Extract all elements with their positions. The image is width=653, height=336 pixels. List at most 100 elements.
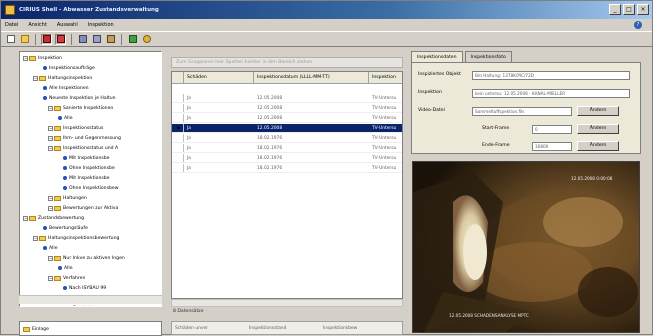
video-field[interactable]: Sammeltuffspektion.fils <box>472 107 572 116</box>
filter-bewertung[interactable]: Inspektionsbew <box>323 326 393 331</box>
table-cell: TV-Untersu <box>372 116 397 121</box>
expand-toggle[interactable]: − <box>33 235 38 241</box>
tree-item-label: Alle <box>49 245 58 251</box>
menu-inspection[interactable]: Inspektion <box>88 22 114 28</box>
menu-selection[interactable]: Auswahl <box>57 22 78 28</box>
video-change-button[interactable]: Ändern <box>577 106 619 116</box>
table-row[interactable]: Ja 18.02.1976 TV-Untersu <box>172 154 402 163</box>
table-cell: 18.02.1976 <box>257 156 283 161</box>
help-icon[interactable]: ? <box>634 21 642 29</box>
table-row[interactable]: ▶ Ja 12.05.2008 TV-Untersu <box>172 124 402 133</box>
expand-toggle[interactable]: − <box>48 125 53 131</box>
toolbar-table-button[interactable] <box>55 33 66 45</box>
tree-item[interactable]: Nach ISYBAU 99 <box>63 284 106 292</box>
tree-item[interactable]: Bewertungsläufe <box>43 224 88 232</box>
group-by-bar[interactable]: Zum Gruppieren hier Spalten hierher in d… <box>171 57 403 68</box>
start-frame-field[interactable]: 0 <box>532 125 572 134</box>
toolbar-new-button[interactable] <box>5 34 16 45</box>
expand-toggle[interactable]: − <box>48 195 53 201</box>
tree-item[interactable]: Ohne Inspektionsbe <box>63 164 115 172</box>
table-row[interactable]: Ja 18.02.1976 TV-Untersu <box>172 164 402 173</box>
inspection-grid[interactable]: Schäden Inspektionsdatum (LLLL-MM-TT) In… <box>171 71 403 299</box>
menu-view[interactable]: Ansicht <box>28 22 46 28</box>
column-header-date[interactable]: Inspektionsdatum (LLLL-MM-TT) <box>254 72 369 84</box>
expand-toggle[interactable]: − <box>23 55 28 61</box>
tree-item[interactable]: Inspektionsaufträge <box>43 64 95 72</box>
expand-toggle[interactable]: − <box>48 205 53 211</box>
table-cell: 12.05.2008 <box>257 126 283 131</box>
expand-toggle[interactable]: − <box>48 105 53 111</box>
grid-horizontal-scrollbar[interactable] <box>171 299 403 307</box>
video-player[interactable] <box>412 161 640 333</box>
tree-item[interactable]: Alle <box>58 114 73 122</box>
expand-toggle[interactable]: − <box>48 275 53 281</box>
folder-icon <box>39 235 46 241</box>
toolbar-grid-button[interactable] <box>41 33 52 45</box>
toolbar-copy-button[interactable] <box>91 34 102 45</box>
table-icon <box>56 35 65 43</box>
tree-item[interactable]: − Verfahren <box>48 274 85 282</box>
tree-item-label: Alle Inspektionen <box>49 85 89 91</box>
tree-item[interactable]: Neueste Inspektion je Haltun <box>43 94 116 102</box>
tree-item[interactable]: Alle <box>43 244 58 252</box>
tree-item[interactable]: − Bewertungen zur Aktiva <box>48 204 118 212</box>
filter-status[interactable]: Inspektionsstand <box>249 326 319 331</box>
expand-toggle[interactable]: − <box>33 75 38 81</box>
minimize-button[interactable]: _ <box>609 4 621 15</box>
menu-file[interactable]: Datei <box>5 22 18 28</box>
table-row[interactable]: Ja 12.05.2008 TV-Untersu <box>172 94 402 103</box>
expand-toggle[interactable]: − <box>48 145 53 151</box>
toolbar-settings-button[interactable] <box>141 34 152 45</box>
tree-item[interactable]: − Haltungen <box>48 194 87 202</box>
expand-toggle[interactable]: − <box>48 255 53 261</box>
expand-toggle[interactable]: − <box>48 135 53 141</box>
tree-item[interactable]: − Haltungsinspektionsbewertung <box>33 234 119 242</box>
tree-item[interactable]: Ohne Inspektionsbew <box>63 184 118 192</box>
tree-horizontal-scrollbar[interactable] <box>19 295 162 304</box>
navigation-tree[interactable]: − Inspektion Inspektionsaufträge − Haltungsi… <box>19 51 162 307</box>
start-frame-change-button[interactable]: Ändern <box>577 124 619 134</box>
toolbar-print-button[interactable] <box>77 34 88 45</box>
table-row[interactable]: Ja 18.02.1976 TV-Untersu <box>172 134 402 143</box>
tree-item-label: Ohne Inspektionsbe <box>69 165 115 171</box>
table-cell: 18.02.1976 <box>257 166 283 171</box>
table-row[interactable]: Ja 18.02.1976 TV-Untersu <box>172 144 402 153</box>
tree-item[interactable]: − Zustandsbewertung <box>23 214 84 222</box>
title-bar[interactable]: CIRIUS Shell - Abwasser Zustandsverwaltu… <box>1 1 652 19</box>
expand-toggle[interactable]: − <box>23 215 28 221</box>
tree-item[interactable]: Alle Inspektionen <box>43 84 89 92</box>
tree-item[interactable]: − Nur Inkve zu aktiven Ingen <box>48 254 125 262</box>
tree-item[interactable]: − Inspektion <box>23 54 62 62</box>
table-cell: Ja <box>187 156 191 161</box>
tree-item[interactable]: − Sanierte Inspektionen <box>48 104 113 112</box>
lower-tree-panel[interactable]: Einlage <box>19 321 162 336</box>
tree-item[interactable]: − Ergebnisse <box>58 304 98 306</box>
tree-item[interactable]: − Inspektionsstatus und A <box>48 144 118 152</box>
tree-item-einlage[interactable]: Einlage <box>23 325 49 333</box>
tree-item[interactable]: Alle <box>58 264 73 272</box>
tree-item[interactable]: − Ihm- und Gegenmessung <box>48 134 121 142</box>
table-row[interactable]: Ja 12.05.2008 TV-Untersu <box>172 114 402 123</box>
tree-item[interactable]: Mit Inspektionsbe <box>63 174 110 182</box>
toolbar-paste-button[interactable] <box>105 34 116 45</box>
filter-schaeden[interactable]: Schäden unver <box>175 326 245 331</box>
close-button[interactable]: × <box>637 4 649 15</box>
toolbar-export-button[interactable] <box>127 34 138 45</box>
objekt-field[interactable]: Bm Haltung: 1378K/PIC/72D <box>472 71 630 80</box>
paste-icon <box>106 35 115 43</box>
toolbar <box>1 31 652 47</box>
folder-icon <box>29 215 36 221</box>
query-icon <box>63 156 67 160</box>
expand-toggle[interactable]: − <box>58 305 63 306</box>
column-header-inspektion[interactable]: Inspektion <box>369 72 402 84</box>
tree-item[interactable]: − Inspektionsstatus <box>48 124 103 132</box>
tree-item[interactable]: − Haltungsinspektion <box>33 74 92 82</box>
end-frame-change-button[interactable]: Ändern <box>577 141 619 151</box>
toolbar-open-button[interactable] <box>19 34 30 45</box>
end-frame-field[interactable]: 16800 <box>532 142 572 151</box>
table-row[interactable]: Ja 12.05.2008 TV-Untersu <box>172 104 402 113</box>
maximize-button[interactable]: □ <box>623 4 635 15</box>
column-header-schaeden[interactable]: Schäden <box>184 72 254 84</box>
inspektion-field[interactable]: kein untersu: 12.05.2008 - KANAL-MIELLER <box>472 89 630 98</box>
tree-item[interactable]: Mit Inspektionsbe <box>63 154 110 162</box>
